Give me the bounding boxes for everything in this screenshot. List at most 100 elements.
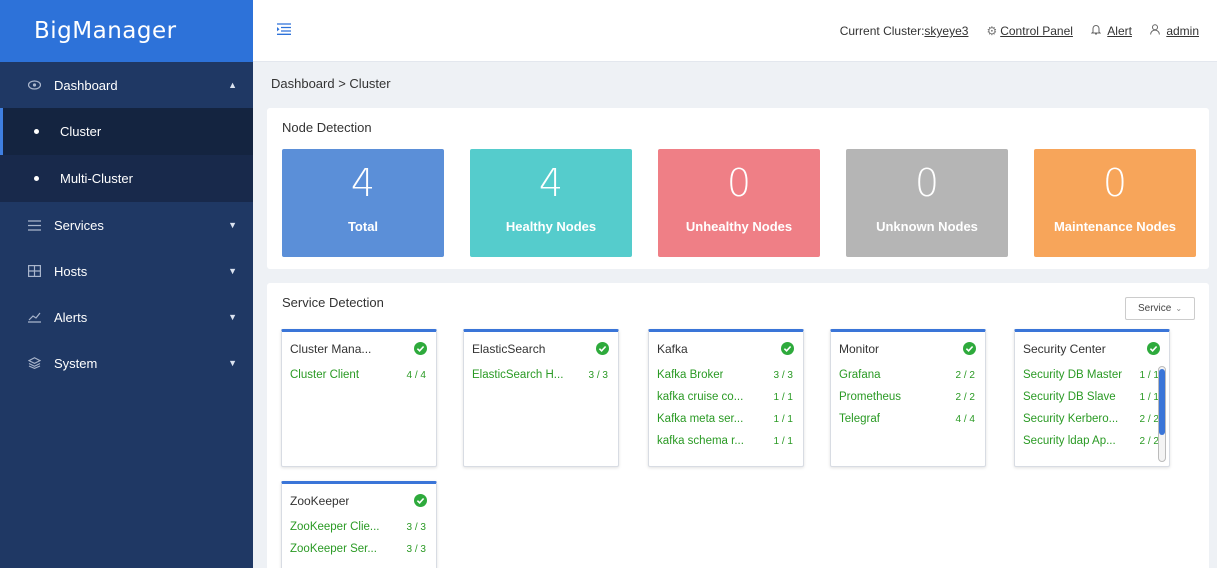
check-circle-icon xyxy=(414,494,427,507)
component-count: 1 / 1 xyxy=(1139,370,1159,381)
user-name[interactable]: admin xyxy=(1166,24,1199,38)
component-count: 1 / 1 xyxy=(773,436,793,447)
service-filter-select[interactable]: Service ⌄ xyxy=(1125,297,1195,320)
sidebar-subitem-cluster[interactable]: Cluster xyxy=(0,108,253,155)
menu-toggle-icon[interactable] xyxy=(277,23,291,37)
component-name: Prometheus xyxy=(839,391,902,403)
control-panel-label[interactable]: Control Panel xyxy=(1000,24,1073,38)
chevron-down-icon: ▼ xyxy=(228,312,237,322)
sidebar: BigManager Dashboard ▲ Cluster Multi-Clu… xyxy=(0,0,253,568)
component-count: 2 / 2 xyxy=(955,370,975,381)
service-component-row[interactable]: Kafka Broker 3 / 3 xyxy=(657,369,793,391)
service-component-row[interactable]: kafka schema r... 1 / 1 xyxy=(657,435,793,457)
service-component-row[interactable]: Security ldap Ap... 2 / 2 xyxy=(1023,435,1159,457)
server-icon xyxy=(26,265,42,277)
component-count: 4 / 4 xyxy=(406,370,426,381)
component-name: Security ldap Ap... xyxy=(1023,435,1116,447)
service-card[interactable]: Security Center Security DB Master 1 / 1 Se… xyxy=(1014,329,1170,467)
eye-icon xyxy=(26,80,42,90)
stat-card-total[interactable]: 4 Total xyxy=(282,149,444,257)
service-component-row[interactable]: ZooKeeper Clie... 3 / 3 xyxy=(290,521,426,543)
component-name: Kafka Broker xyxy=(657,369,724,381)
component-name: ZooKeeper Clie... xyxy=(290,521,380,533)
component-count: 3 / 3 xyxy=(773,370,793,381)
stat-card-healthy[interactable]: 4 Healthy Nodes xyxy=(470,149,632,257)
service-name: Kafka xyxy=(657,342,688,356)
component-count: 1 / 1 xyxy=(773,414,793,425)
stat-label: Total xyxy=(347,219,379,234)
service-component-row[interactable]: Security DB Slave 1 / 1 xyxy=(1023,391,1159,413)
bell-icon xyxy=(1090,24,1104,38)
component-count: 2 / 2 xyxy=(955,392,975,403)
service-component-row[interactable]: ElasticSearch H... 3 / 3 xyxy=(472,369,608,391)
service-component-row[interactable]: Kafka meta ser... 1 / 1 xyxy=(657,413,793,435)
service-component-row[interactable]: Prometheus 2 / 2 xyxy=(839,391,975,413)
service-card[interactable]: ZooKeeper ZooKeeper Clie... 3 / 3 ZooKeeper… xyxy=(281,481,437,568)
user-menu[interactable]: admin xyxy=(1150,24,1199,38)
service-scrollbar[interactable] xyxy=(1158,366,1166,462)
component-count: 1 / 1 xyxy=(1139,392,1159,403)
component-name: Security DB Master xyxy=(1023,369,1123,381)
component-name: Cluster Client xyxy=(290,369,360,381)
gear-icon: ⚙ xyxy=(986,24,998,38)
service-name: Security Center xyxy=(1023,342,1106,356)
node-detection-panel: Node Detection 4 Total 4 Healthy Nodes 0… xyxy=(267,108,1209,269)
alert-link[interactable]: Alert xyxy=(1090,24,1132,38)
sidebar-item-label: Dashboard xyxy=(54,77,118,93)
service-component-row[interactable]: kafka cruise co... 1 / 1 xyxy=(657,391,793,413)
sidebar-item-label: Alerts xyxy=(54,309,88,325)
sidebar-item-hosts[interactable]: Hosts ▼ xyxy=(0,248,253,294)
sidebar-item-label: Services xyxy=(54,217,104,233)
component-name: Telegraf xyxy=(839,413,880,425)
sidebar-subitem-multi-cluster[interactable]: Multi-Cluster xyxy=(0,155,253,202)
alert-label[interactable]: Alert xyxy=(1107,24,1132,38)
service-card[interactable]: Monitor Grafana 2 / 2 Prometheus 2 / 2 Telegr… xyxy=(830,329,986,467)
top-bar: Current Cluster:skyeye3 ⚙ Control Panel A… xyxy=(253,0,1217,62)
service-component-row[interactable]: Grafana 2 / 2 xyxy=(839,369,975,391)
service-component-row[interactable]: Security Kerbero... 2 / 2 xyxy=(1023,413,1159,435)
bullet-icon xyxy=(34,176,39,181)
component-name: Kafka meta ser... xyxy=(657,413,744,425)
component-name: ElasticSearch H... xyxy=(472,369,564,381)
chevron-down-icon: ▼ xyxy=(228,358,237,368)
stat-card-unknown[interactable]: 0 Unknown Nodes xyxy=(846,149,1008,257)
node-detection-title: Node Detection xyxy=(282,120,372,135)
service-name: Monitor xyxy=(839,342,880,356)
service-components: Cluster Client 4 / 4 xyxy=(290,369,426,391)
sidebar-item-system[interactable]: System ▼ xyxy=(0,340,253,386)
header-actions: Current Cluster:skyeye3 ⚙ Control Panel A… xyxy=(840,0,1199,62)
component-name: kafka cruise co... xyxy=(657,391,744,403)
service-component-row[interactable]: Cluster Client 4 / 4 xyxy=(290,369,426,391)
stat-card-unhealthy[interactable]: 0 Unhealthy Nodes xyxy=(658,149,820,257)
sidebar-subitem-label: Multi-Cluster xyxy=(60,171,133,186)
chart-icon xyxy=(26,312,42,323)
service-card[interactable]: ElasticSearch ElasticSearch H... 3 / 3 xyxy=(463,329,619,467)
service-components: Grafana 2 / 2 Prometheus 2 / 2 Telegraf 4 / 4 xyxy=(839,369,975,435)
sidebar-subitem-label: Cluster xyxy=(60,124,102,139)
sidebar-item-services[interactable]: Services ▼ xyxy=(0,202,253,248)
component-count: 4 / 4 xyxy=(955,414,975,425)
service-card[interactable]: Kafka Kafka Broker 3 / 3 kafka cruise co...… xyxy=(648,329,804,467)
stat-label: Healthy Nodes xyxy=(505,219,597,234)
sidebar-item-label: System xyxy=(54,355,98,371)
service-component-row[interactable]: Security DB Master 1 / 1 xyxy=(1023,369,1159,391)
service-card[interactable]: Cluster Mana... Cluster Client 4 / 4 xyxy=(281,329,437,467)
check-circle-icon xyxy=(1147,342,1160,355)
scrollbar-thumb[interactable] xyxy=(1159,369,1165,435)
service-name: ZooKeeper xyxy=(290,494,350,508)
service-component-row[interactable]: ZooKeeper Ser... 3 / 3 xyxy=(290,543,426,565)
service-filter-value: Service xyxy=(1137,303,1172,314)
sidebar-item-alerts[interactable]: Alerts ▼ xyxy=(0,294,253,340)
stat-card-maintenance[interactable]: 0 Maintenance Nodes xyxy=(1034,149,1196,257)
service-components: Security DB Master 1 / 1 Security DB Slave… xyxy=(1023,369,1159,457)
service-name: ElasticSearch xyxy=(472,342,546,356)
current-cluster-label: Current Cluster: xyxy=(839,24,925,38)
component-name: Security Kerbero... xyxy=(1023,413,1119,425)
component-count: 1 / 1 xyxy=(773,392,793,403)
check-circle-icon xyxy=(414,342,427,355)
cluster-link[interactable]: skyeye3 xyxy=(924,24,968,38)
control-panel-link[interactable]: ⚙ Control Panel xyxy=(986,24,1072,38)
service-component-row[interactable]: Telegraf 4 / 4 xyxy=(839,413,975,435)
sidebar-item-dashboard[interactable]: Dashboard ▲ xyxy=(0,62,253,108)
chevron-down-icon: ▼ xyxy=(228,220,237,230)
